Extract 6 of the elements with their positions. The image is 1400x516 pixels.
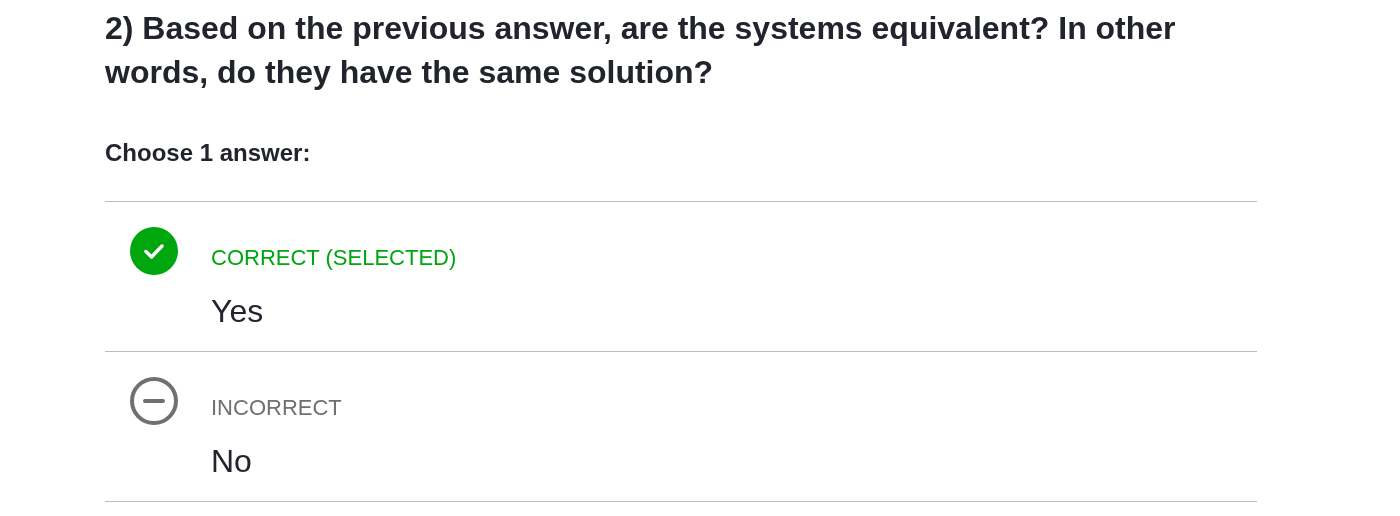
answer-choice[interactable]: Yes	[211, 291, 457, 331]
question-text: 2) Based on the previous answer, are the systems equivalent? In other words, do they have the same solution?	[105, 9, 1177, 92]
answer-choice[interactable]: No	[211, 441, 342, 481]
answer-status: INCORRECT	[211, 394, 342, 422]
answer-prompt: Choose 1 answer:	[105, 138, 312, 168]
answer-status: CORRECT (SELECTED)	[211, 244, 457, 272]
